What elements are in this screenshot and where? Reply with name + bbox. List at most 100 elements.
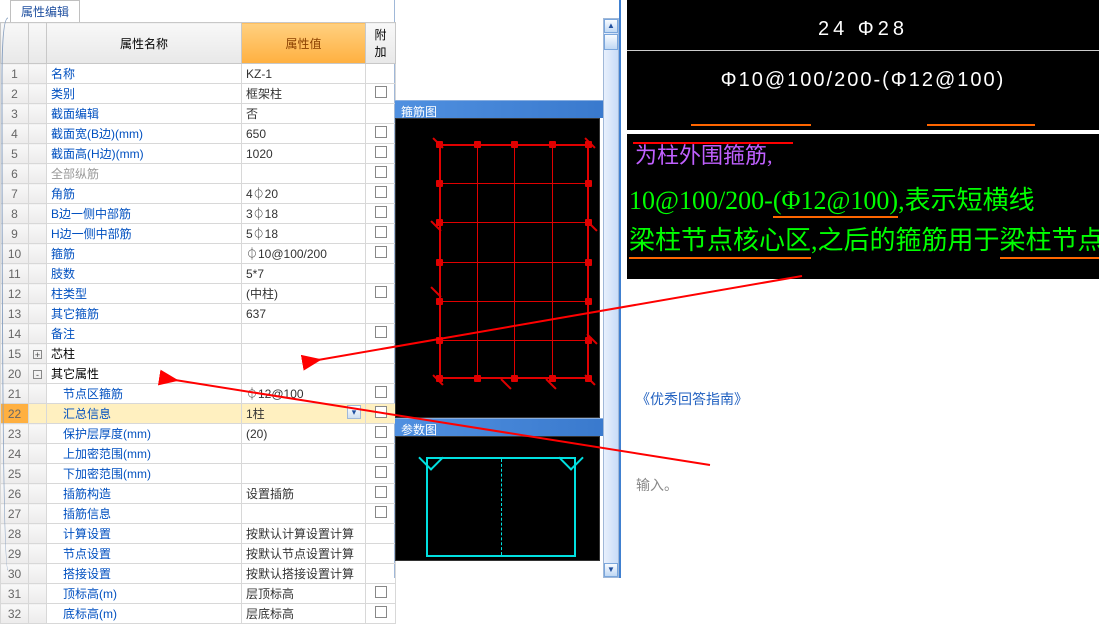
table-row[interactable]: 31顶标高(m)层顶标高 (1, 584, 396, 604)
prop-value[interactable]: 1柱▾ (242, 404, 366, 424)
extra-check[interactable] (366, 464, 396, 484)
table-row[interactable]: 4截面宽(B边)(mm)650 (1, 124, 396, 144)
prop-value[interactable]: 1020 (242, 144, 366, 164)
prop-value[interactable] (242, 444, 366, 464)
table-row[interactable]: 30搭接设置按默认搭接设置计算 (1, 564, 396, 584)
extra-check[interactable] (366, 424, 396, 444)
table-row[interactable]: 5截面高(H边)(mm)1020 (1, 144, 396, 164)
table-row[interactable]: 15+芯柱 (1, 344, 396, 364)
table-row[interactable]: 7角筋4⏀20 (1, 184, 396, 204)
extra-check[interactable] (366, 324, 396, 344)
table-row[interactable]: 21节点区箍筋⏀12@100 (1, 384, 396, 404)
prop-value[interactable]: 按默认搭接设置计算 (242, 564, 366, 584)
prop-value[interactable]: 框架柱 (242, 84, 366, 104)
guide-link[interactable]: 《优秀回答指南》 (636, 389, 1104, 409)
checkbox-icon[interactable] (375, 426, 387, 438)
extra-check[interactable] (366, 604, 396, 624)
extra-check[interactable] (366, 584, 396, 604)
table-row[interactable]: 28计算设置按默认计算设置计算 (1, 524, 396, 544)
checkbox-icon[interactable] (375, 466, 387, 478)
table-row[interactable]: 27插筋信息 (1, 504, 396, 524)
prop-value[interactable] (242, 504, 366, 524)
expand-cell[interactable]: - (29, 364, 47, 384)
checkbox-icon[interactable] (375, 146, 387, 158)
extra-check[interactable] (366, 244, 396, 264)
scroll-down-icon[interactable]: ▼ (604, 563, 618, 577)
checkbox-icon[interactable] (375, 446, 387, 458)
checkbox-icon[interactable] (375, 226, 387, 238)
prop-value[interactable] (242, 364, 366, 384)
extra-check[interactable] (366, 204, 396, 224)
table-row[interactable]: 9H边一侧中部筋5⏀18 (1, 224, 396, 244)
checkbox-icon[interactable] (375, 166, 387, 178)
extra-check[interactable] (366, 384, 396, 404)
checkbox-icon[interactable] (375, 286, 387, 298)
prop-value[interactable]: 按默认节点设置计算 (242, 544, 366, 564)
extra-check[interactable] (366, 404, 396, 424)
checkbox-icon[interactable] (375, 486, 387, 498)
extra-check[interactable] (366, 164, 396, 184)
table-row[interactable]: 23保护层厚度(mm)(20) (1, 424, 396, 444)
checkbox-icon[interactable] (375, 326, 387, 338)
chevron-down-icon[interactable]: ▾ (347, 405, 361, 419)
checkbox-icon[interactable] (375, 126, 387, 138)
table-row[interactable]: 22汇总信息1柱▾ (1, 404, 396, 424)
table-row[interactable]: 2类别框架柱 (1, 84, 396, 104)
prop-value[interactable] (242, 464, 366, 484)
extra-check[interactable] (366, 444, 396, 464)
checkbox-icon[interactable] (375, 406, 387, 418)
table-row[interactable]: 13其它箍筋637 (1, 304, 396, 324)
checkbox-icon[interactable] (375, 186, 387, 198)
table-row[interactable]: 10箍筋⏀10@100/200 (1, 244, 396, 264)
checkbox-icon[interactable] (375, 386, 387, 398)
checkbox-icon[interactable] (375, 246, 387, 258)
table-row[interactable]: 11肢数5*7 (1, 264, 396, 284)
prop-value[interactable]: (中柱) (242, 284, 366, 304)
table-row[interactable]: 20-其它属性 (1, 364, 396, 384)
prop-value[interactable] (242, 344, 366, 364)
prop-value[interactable]: 层顶标高 (242, 584, 366, 604)
prop-value[interactable]: 层底标高 (242, 604, 366, 624)
table-row[interactable]: 12柱类型(中柱) (1, 284, 396, 304)
prop-value[interactable]: KZ-1 (242, 64, 366, 84)
extra-check[interactable] (366, 484, 396, 504)
prop-value[interactable]: ⏀12@100 (242, 384, 366, 404)
prop-value[interactable] (242, 324, 366, 344)
table-row[interactable]: 8B边一侧中部筋3⏀18 (1, 204, 396, 224)
extra-check[interactable] (366, 504, 396, 524)
table-row[interactable]: 26插筋构造设置插筋 (1, 484, 396, 504)
tab-property-edit[interactable]: 属性编辑 (10, 0, 80, 22)
prop-value[interactable]: 637 (242, 304, 366, 324)
prop-value[interactable]: 650 (242, 124, 366, 144)
checkbox-icon[interactable] (375, 606, 387, 618)
checkbox-icon[interactable] (375, 206, 387, 218)
prop-value[interactable]: 设置插筋 (242, 484, 366, 504)
prop-value[interactable]: 3⏀18 (242, 204, 366, 224)
minus-icon[interactable]: - (33, 370, 42, 379)
table-row[interactable]: 3截面编辑否 (1, 104, 396, 124)
checkbox-icon[interactable] (375, 506, 387, 518)
table-row[interactable]: 14备注 (1, 324, 396, 344)
prop-value[interactable]: (20) (242, 424, 366, 444)
prop-value[interactable]: 4⏀20 (242, 184, 366, 204)
prop-value[interactable]: 5⏀18 (242, 224, 366, 244)
prop-value[interactable]: 否 (242, 104, 366, 124)
plus-icon[interactable]: + (33, 350, 42, 359)
prop-value[interactable] (242, 164, 366, 184)
table-row[interactable]: 32底标高(m)层底标高 (1, 604, 396, 624)
extra-check[interactable] (366, 224, 396, 244)
extra-check[interactable] (366, 144, 396, 164)
scroll-up-icon[interactable]: ▲ (604, 19, 618, 33)
table-row[interactable]: 6全部纵筋 (1, 164, 396, 184)
expand-cell[interactable]: + (29, 344, 47, 364)
prop-value[interactable]: 5*7 (242, 264, 366, 284)
scroll-thumb[interactable] (604, 34, 618, 50)
checkbox-icon[interactable] (375, 86, 387, 98)
table-row[interactable]: 24上加密范围(mm) (1, 444, 396, 464)
scrollbar[interactable]: ▲ ▼ (603, 18, 619, 578)
extra-check[interactable] (366, 284, 396, 304)
table-row[interactable]: 29节点设置按默认节点设置计算 (1, 544, 396, 564)
table-row[interactable]: 1名称KZ-1 (1, 64, 396, 84)
extra-check[interactable] (366, 124, 396, 144)
prop-value[interactable]: 按默认计算设置计算 (242, 524, 366, 544)
